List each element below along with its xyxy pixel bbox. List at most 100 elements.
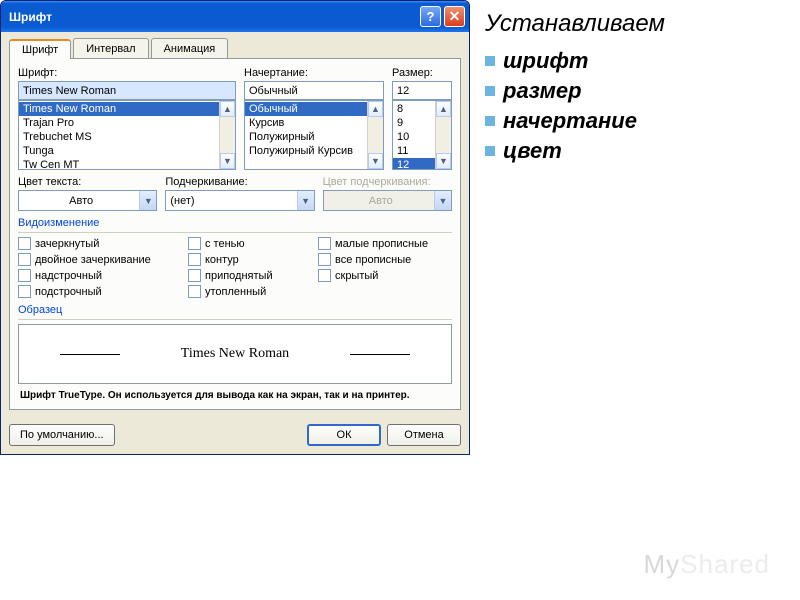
slide-item: шрифт: [485, 48, 795, 74]
slide-item: начертание: [485, 108, 795, 134]
scroll-up-icon[interactable]: ▲: [368, 101, 383, 117]
checkbox-icon: [18, 269, 31, 282]
tab-interval[interactable]: Интервал: [73, 38, 148, 58]
font-hint: Шрифт TrueType. Он используется для выво…: [20, 390, 452, 401]
tab-label: Интервал: [86, 43, 135, 55]
checkbox-icon: [188, 237, 201, 250]
check-emboss[interactable]: приподнятый: [188, 269, 308, 282]
checkbox-icon: [18, 237, 31, 250]
checkbox-icon: [318, 269, 331, 282]
list-item[interactable]: Trebuchet MS: [19, 130, 235, 144]
font-listbox[interactable]: Times New Roman Trajan Pro Trebuchet MS …: [18, 100, 236, 170]
font-input[interactable]: [18, 81, 236, 100]
dialog-buttons: По умолчанию... ОК Отмена: [1, 418, 469, 454]
slide-text: Устанавливаем шрифт размер начертание цв…: [470, 0, 800, 600]
font-dialog-window: Шрифт ? ✕ Шрифт Интервал Анимация Шрифт:: [0, 0, 470, 455]
help-button[interactable]: ?: [420, 6, 441, 27]
cancel-button[interactable]: Отмена: [387, 424, 461, 446]
check-shadow[interactable]: с тенью: [188, 237, 308, 250]
close-icon: ✕: [449, 8, 461, 25]
size-input[interactable]: [392, 81, 452, 100]
close-button[interactable]: ✕: [444, 6, 465, 27]
tab-font[interactable]: Шрифт: [9, 39, 71, 59]
checkbox-icon: [18, 253, 31, 266]
size-listbox[interactable]: 8 9 10 11 12 ▲ ▼: [392, 100, 452, 170]
tab-page-font: Шрифт: Times New Roman Trajan Pro Trebuc…: [9, 59, 461, 410]
scrollbar[interactable]: ▲ ▼: [367, 101, 383, 169]
list-item[interactable]: Полужирный: [245, 130, 383, 144]
check-smallcaps[interactable]: малые прописные: [318, 237, 448, 250]
tab-label: Шрифт: [22, 44, 58, 56]
underline-color-label: Цвет подчеркивания:: [323, 176, 452, 188]
combo-value: Авто: [23, 195, 139, 207]
preview-text: Times New Roman: [181, 346, 289, 362]
scrollbar[interactable]: ▲ ▼: [435, 101, 451, 169]
ok-button[interactable]: ОК: [307, 424, 381, 446]
baseline-icon: [350, 354, 410, 355]
list-item[interactable]: Tunga: [19, 144, 235, 158]
style-input[interactable]: [244, 81, 384, 100]
checkbox-icon: [18, 285, 31, 298]
bullet-icon: [485, 56, 495, 66]
underline-color-combo: Авто ▼: [323, 190, 452, 211]
tab-strip: Шрифт Интервал Анимация: [9, 38, 461, 59]
divider: [18, 232, 452, 233]
style-label: Начертание:: [244, 67, 384, 79]
chevron-down-icon[interactable]: ▼: [297, 191, 314, 210]
slide-item: размер: [485, 78, 795, 104]
preview-box: Times New Roman: [18, 324, 452, 384]
list-item[interactable]: Times New Roman: [19, 102, 235, 116]
effects-section-label: Видоизменение: [18, 217, 452, 229]
list-item[interactable]: Курсив: [245, 116, 383, 130]
scroll-down-icon[interactable]: ▼: [368, 153, 383, 169]
style-listbox[interactable]: Обычный Курсив Полужирный Полужирный Кур…: [244, 100, 384, 170]
list-item[interactable]: Полужирный Курсив: [245, 144, 383, 158]
checkbox-icon: [318, 237, 331, 250]
combo-value: (нет): [170, 195, 296, 207]
sample-section-label: Образец: [18, 304, 452, 316]
titlebar[interactable]: Шрифт ? ✕: [1, 1, 469, 32]
chevron-down-icon: ▼: [434, 191, 451, 210]
scroll-down-icon[interactable]: ▼: [436, 153, 451, 169]
tab-label: Анимация: [164, 43, 216, 55]
checkbox-icon: [188, 269, 201, 282]
chevron-down-icon[interactable]: ▼: [139, 191, 156, 210]
divider: [18, 319, 452, 320]
default-button[interactable]: По умолчанию...: [9, 424, 115, 446]
size-label: Размер:: [392, 67, 452, 79]
baseline-icon: [60, 354, 120, 355]
check-subscript[interactable]: подстрочный: [18, 285, 178, 298]
checkbox-icon: [188, 253, 201, 266]
watermark: MyShared: [643, 549, 770, 580]
bullet-icon: [485, 116, 495, 126]
underline-combo[interactable]: (нет) ▼: [165, 190, 314, 211]
check-strike[interactable]: зачеркнутый: [18, 237, 178, 250]
slide-title: Устанавливаем: [485, 10, 795, 38]
check-superscript[interactable]: надстрочный: [18, 269, 178, 282]
font-label: Шрифт:: [18, 67, 236, 79]
scroll-down-icon[interactable]: ▼: [220, 153, 235, 169]
effects-group: зачеркнутый двойное зачеркивание надстро…: [18, 237, 452, 298]
check-hidden[interactable]: скрытый: [318, 269, 448, 282]
underline-label: Подчеркивание:: [165, 176, 314, 188]
check-allcaps[interactable]: все прописные: [318, 253, 448, 266]
slide-item: цвет: [485, 138, 795, 164]
list-item[interactable]: Trajan Pro: [19, 116, 235, 130]
bullet-icon: [485, 146, 495, 156]
scroll-up-icon[interactable]: ▲: [220, 101, 235, 117]
bullet-icon: [485, 86, 495, 96]
scrollbar[interactable]: ▲ ▼: [219, 101, 235, 169]
tab-animation[interactable]: Анимация: [151, 38, 229, 58]
checkbox-icon: [318, 253, 331, 266]
text-color-combo[interactable]: Авто ▼: [18, 190, 157, 211]
scroll-up-icon[interactable]: ▲: [436, 101, 451, 117]
check-outline[interactable]: контур: [188, 253, 308, 266]
window-title: Шрифт: [9, 10, 417, 24]
check-engrave[interactable]: утопленный: [188, 285, 308, 298]
check-double-strike[interactable]: двойное зачеркивание: [18, 253, 178, 266]
list-item[interactable]: Обычный: [245, 102, 383, 116]
combo-value: Авто: [328, 195, 434, 207]
text-color-label: Цвет текста:: [18, 176, 157, 188]
list-item[interactable]: Tw Cen MT: [19, 158, 235, 169]
checkbox-icon: [188, 285, 201, 298]
